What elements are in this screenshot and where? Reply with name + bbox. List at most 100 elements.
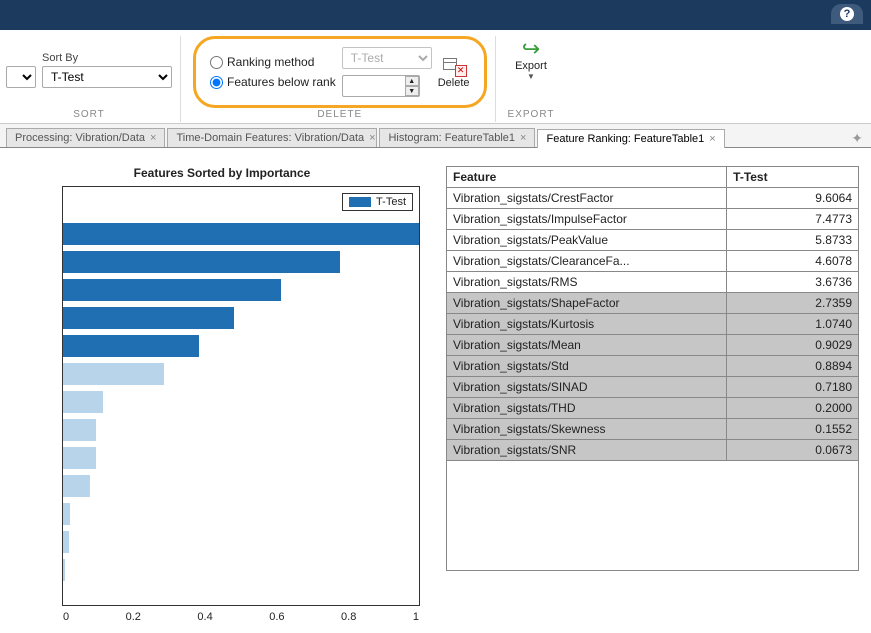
- chart-panel: Features Sorted by Importance T-Test 00.…: [12, 166, 432, 615]
- table-row[interactable]: Vibration_sigstats/CrestFactor9.6064: [447, 188, 859, 209]
- cell-feature: Vibration_sigstats/Kurtosis: [447, 314, 727, 335]
- xaxis-tick: 0.6: [269, 611, 284, 623]
- chart-bar: [63, 391, 103, 413]
- cell-value: 0.9029: [727, 335, 859, 356]
- cell-feature: Vibration_sigstats/SINAD: [447, 377, 727, 398]
- table-row[interactable]: Vibration_sigstats/ImpulseFactor7.4773: [447, 209, 859, 230]
- features-below-rank-radio[interactable]: Features below rank: [210, 75, 336, 89]
- table-row[interactable]: Vibration_sigstats/Mean0.9029: [447, 335, 859, 356]
- content-area: Features Sorted by Importance T-Test 00.…: [0, 148, 871, 633]
- chevron-down-icon: ▼: [527, 72, 535, 81]
- table-row[interactable]: Vibration_sigstats/SNR0.0673: [447, 440, 859, 461]
- cell-feature: Vibration_sigstats/ImpulseFactor: [447, 209, 727, 230]
- chart-bar: [63, 531, 69, 553]
- chart-bar: [63, 475, 90, 497]
- xaxis-tick: 0: [63, 611, 69, 623]
- chart-bar: [63, 223, 419, 245]
- cell-value: 9.6064: [727, 188, 859, 209]
- tab[interactable]: Processing: Vibration/Data ×: [6, 128, 165, 147]
- close-icon[interactable]: ×: [369, 132, 375, 144]
- table-row[interactable]: Vibration_sigstats/THD0.2000: [447, 398, 859, 419]
- table-row[interactable]: Vibration_sigstats/Std0.8894: [447, 356, 859, 377]
- cell-feature: Vibration_sigstats/CrestFactor: [447, 188, 727, 209]
- sortby-label: Sort By: [42, 52, 172, 64]
- tab[interactable]: Histogram: FeatureTable1 ×: [379, 128, 535, 147]
- chart-bar: [63, 279, 281, 301]
- cell-value: 0.8894: [727, 356, 859, 377]
- chart-bar: [63, 503, 70, 525]
- title-bar: [0, 0, 871, 30]
- col-ttest[interactable]: T-Test: [727, 167, 859, 188]
- xaxis-tick: 0.2: [126, 611, 141, 623]
- sort-group-label: SORT: [73, 109, 105, 120]
- context-dropdown[interactable]: [6, 66, 36, 88]
- chart-bar: [63, 559, 65, 581]
- table-row[interactable]: Vibration_sigstats/SINAD0.7180: [447, 377, 859, 398]
- delete-button[interactable]: ✕ Delete: [438, 56, 470, 89]
- gear-icon[interactable]: ✦: [851, 130, 863, 147]
- cell-value: 0.0673: [727, 440, 859, 461]
- features-below-label: Features below rank: [227, 75, 336, 89]
- tab[interactable]: Feature Ranking: FeatureTable1 ×: [537, 129, 724, 148]
- xaxis-tick: 1: [413, 611, 419, 623]
- feature-table-panel: Feature T-Test Vibration_sigstats/CrestF…: [446, 166, 859, 615]
- cell-value: 0.2000: [727, 398, 859, 419]
- ranking-method-label: Ranking method: [227, 55, 314, 69]
- delete-table-icon: ✕: [443, 56, 465, 76]
- chart-title: Features Sorted by Importance: [12, 166, 432, 180]
- cell-value: 5.8733: [727, 230, 859, 251]
- export-group-label: EXPORT: [508, 109, 555, 120]
- ranking-method-radio[interactable]: Ranking method: [210, 55, 336, 69]
- cell-value: 2.7359: [727, 293, 859, 314]
- xaxis-tick: 0.8: [341, 611, 356, 623]
- export-arrow-icon: ↪: [522, 40, 540, 58]
- chart-legend: T-Test: [342, 193, 413, 211]
- table-row[interactable]: Vibration_sigstats/Kurtosis1.0740: [447, 314, 859, 335]
- close-icon[interactable]: ×: [150, 132, 156, 144]
- table-row[interactable]: Vibration_sigstats/PeakValue5.8733: [447, 230, 859, 251]
- cell-feature: Vibration_sigstats/Skewness: [447, 419, 727, 440]
- cell-value: 0.7180: [727, 377, 859, 398]
- tab-bar: Processing: Vibration/Data×Time-Domain F…: [0, 124, 871, 148]
- cell-value: 7.4773: [727, 209, 859, 230]
- ranking-method-select: T-Test: [342, 47, 432, 69]
- chart-bar: [63, 363, 164, 385]
- cell-feature: Vibration_sigstats/PeakValue: [447, 230, 727, 251]
- cell-feature: Vibration_sigstats/ClearanceFa...: [447, 251, 727, 272]
- close-icon[interactable]: ×: [709, 133, 715, 145]
- delete-group-label: DELETE: [317, 109, 362, 120]
- cell-value: 4.6078: [727, 251, 859, 272]
- feature-ranking-table: Feature T-Test Vibration_sigstats/CrestF…: [446, 166, 859, 461]
- tab-label: Processing: Vibration/Data: [15, 132, 145, 144]
- export-button[interactable]: ↪ Export ▼: [511, 36, 551, 85]
- table-empty-area: [446, 461, 859, 571]
- chart-bar: [63, 335, 199, 357]
- cell-feature: Vibration_sigstats/THD: [447, 398, 727, 419]
- cell-value: 1.0740: [727, 314, 859, 335]
- close-icon[interactable]: ×: [520, 132, 526, 144]
- toolstrip: Sort By T-Test SORT Ranking method Featu…: [0, 30, 871, 124]
- cell-feature: Vibration_sigstats/Std: [447, 356, 727, 377]
- sortby-select[interactable]: T-Test: [42, 66, 172, 88]
- cell-value: 0.1552: [727, 419, 859, 440]
- tab-label: Histogram: FeatureTable1: [388, 132, 515, 144]
- cell-feature: Vibration_sigstats/SNR: [447, 440, 727, 461]
- table-row[interactable]: Vibration_sigstats/ShapeFactor2.7359: [447, 293, 859, 314]
- xaxis-tick: 0.4: [197, 611, 212, 623]
- help-button[interactable]: [831, 4, 863, 24]
- chart-bar: [63, 447, 96, 469]
- cell-feature: Vibration_sigstats/Mean: [447, 335, 727, 356]
- cell-feature: Vibration_sigstats/ShapeFactor: [447, 293, 727, 314]
- tab[interactable]: Time-Domain Features: Vibration/Data×: [167, 128, 377, 147]
- cell-value: 3.6736: [727, 272, 859, 293]
- delete-criteria-highlight: Ranking method Features below rank T-Tes…: [193, 36, 487, 108]
- col-feature[interactable]: Feature: [447, 167, 727, 188]
- table-row[interactable]: Vibration_sigstats/ClearanceFa...4.6078: [447, 251, 859, 272]
- rank-spinner[interactable]: ▲▼: [405, 76, 419, 96]
- bar-chart: T-Test 00.20.40.60.81: [62, 186, 420, 606]
- table-row[interactable]: Vibration_sigstats/RMS3.6736: [447, 272, 859, 293]
- table-row[interactable]: Vibration_sigstats/Skewness0.1552: [447, 419, 859, 440]
- chart-bar: [63, 419, 96, 441]
- cell-feature: Vibration_sigstats/RMS: [447, 272, 727, 293]
- tab-label: Feature Ranking: FeatureTable1: [546, 133, 704, 145]
